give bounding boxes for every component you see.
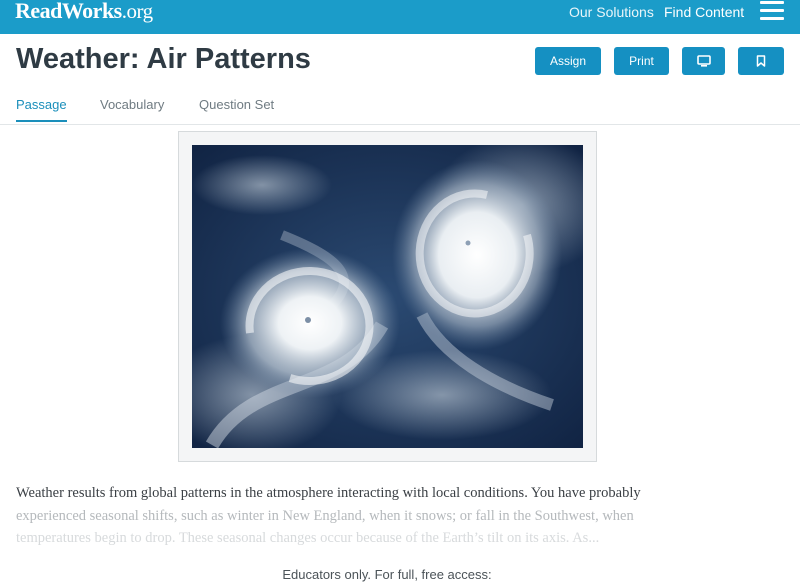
bookmark-button[interactable] [738, 47, 784, 75]
satellite-hurricane-image [192, 145, 583, 448]
passage-text: Weather results from global patterns in … [16, 482, 736, 550]
tab-passage[interactable]: Passage [16, 97, 67, 122]
monitor-icon [696, 55, 711, 67]
passage-line: temperatures begin to drop. These season… [16, 530, 600, 546]
top-navigation-bar: ReadWorks.org Our Solutions Find Content [0, 0, 800, 34]
passage-image-frame [178, 131, 597, 462]
tab-question-set[interactable]: Question Set [199, 97, 274, 112]
passage-line: experienced seasonal shifts, such as win… [16, 507, 634, 524]
nav-our-solutions[interactable]: Our Solutions [569, 4, 654, 20]
page-title: Weather: Air Patterns [16, 43, 311, 75]
bookmark-icon [756, 55, 766, 67]
hamburger-menu-icon[interactable] [760, 1, 786, 21]
passage-line: Weather results from global patterns in … [16, 485, 641, 501]
readworks-logo[interactable]: ReadWorks.org [15, 0, 153, 24]
educator-access-note: Educators only. For full, free access: [282, 567, 492, 582]
print-button[interactable]: Print [614, 47, 669, 75]
present-button[interactable] [682, 47, 725, 75]
article-header: Weather: Air Patterns Assign Print Passa… [0, 34, 800, 125]
tab-vocabulary[interactable]: Vocabulary [100, 97, 164, 112]
assign-button[interactable]: Assign [535, 47, 601, 75]
nav-find-content[interactable]: Find Content [664, 4, 744, 20]
